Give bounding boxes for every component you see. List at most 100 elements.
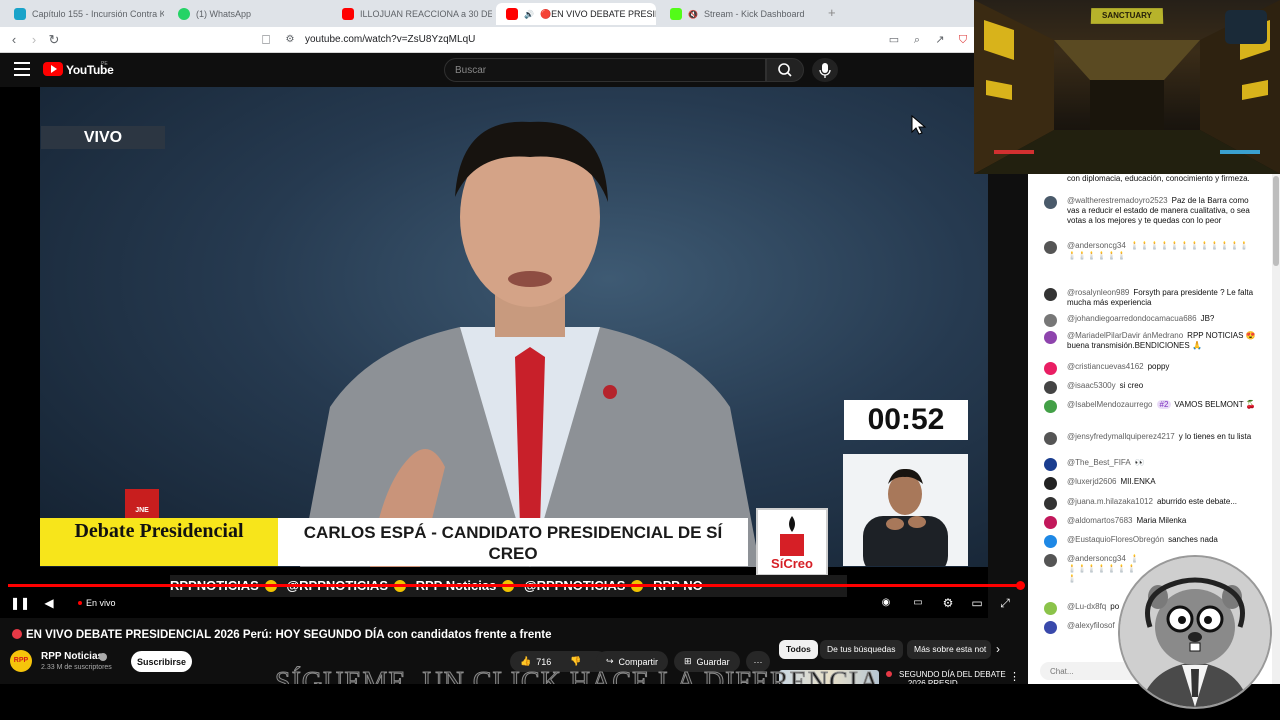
chat-scrollbar-thumb[interactable] <box>1273 176 1279 266</box>
chat-avatar[interactable] <box>1044 477 1057 490</box>
tab-label: 🔴EN VIVO DEBATE PRESIDE <box>539 8 656 19</box>
chat-author[interactable]: @alexyfilosof <box>1067 621 1115 630</box>
progress-bar[interactable] <box>8 584 1022 587</box>
chat-avatar[interactable] <box>1044 241 1057 254</box>
cursor-icon <box>908 114 930 136</box>
back-icon[interactable]: ‹ <box>6 32 22 48</box>
save-label: Guardar <box>696 656 730 667</box>
chat-author[interactable]: @EustaquioFloresObregón <box>1067 535 1164 544</box>
microphone-icon <box>819 63 831 78</box>
youtube-logo-icon[interactable] <box>43 62 63 76</box>
like-icon[interactable]: 👍 <box>520 656 531 667</box>
chat-author[interactable]: @cristiancuevas4162 <box>1067 362 1144 371</box>
subtitles-icon[interactable]: ▭ <box>909 595 927 611</box>
dislike-icon[interactable]: 👎 <box>570 656 581 667</box>
subscribe-button[interactable]: Suscribirse <box>131 651 192 672</box>
chat-message: @EustaquioFloresObregón sanches nada <box>1044 535 1258 548</box>
chat-author[interactable]: @The_Best_FIFA <box>1067 458 1131 467</box>
chat-author[interactable]: @waltherestremadoyro2523 <box>1067 196 1168 205</box>
settings-icon[interactable]: ⚙ <box>939 595 957 611</box>
chat-message: @waltherestremadoyro2523 Paz de la Barra … <box>1044 196 1258 226</box>
party-name: SíCreo <box>771 556 813 571</box>
browser-tab[interactable]: (1) WhatsApp <box>168 3 328 25</box>
chat-avatar[interactable] <box>1044 602 1057 615</box>
search-box <box>444 58 766 82</box>
scrubber-handle[interactable] <box>1016 581 1025 590</box>
forward-icon[interactable]: › <box>26 32 42 48</box>
chevron-right-icon[interactable]: › <box>996 640 1000 659</box>
browser-tab[interactable]: 🔇 Stream - Kick Dashboard <box>660 3 820 25</box>
chat-message: con diplomacia, educación, conocimiento … <box>1044 174 1258 184</box>
chat-avatar[interactable] <box>1044 331 1057 344</box>
chat-avatar[interactable] <box>1044 497 1057 510</box>
zoom-icon[interactable]: ⌕ <box>909 32 925 48</box>
chat-author[interactable]: @rosalynleon989 <box>1067 288 1129 297</box>
chat-avatar[interactable] <box>1044 400 1057 413</box>
chip-more-about[interactable]: Más sobre esta not <box>907 640 991 659</box>
browser-tab-active[interactable]: 🔊 🔴EN VIVO DEBATE PRESIDE ✕ <box>496 3 656 25</box>
chat-author[interactable]: @andersoncg34 <box>1067 241 1126 250</box>
chat-message: @andersoncg34 🕯️🕯️🕯️🕯️🕯️🕯️🕯️🕯️🕯️ <box>1044 554 1144 584</box>
share-label: Compartir <box>618 656 659 667</box>
chat-avatar[interactable] <box>1044 362 1057 375</box>
interpreter-figure <box>863 468 948 566</box>
channel-avatar[interactable]: RPP <box>10 650 32 672</box>
browser-tab[interactable]: Capítulo 155 - Incursión Contra Krep <box>4 3 164 25</box>
sign-language-interpreter <box>843 454 968 566</box>
chat-avatar[interactable] <box>1044 314 1057 327</box>
live-dot-icon <box>12 629 22 639</box>
progress-fill <box>8 584 1022 587</box>
cast-icon[interactable]: ▭ <box>886 32 902 48</box>
browser-tab[interactable]: ILLOJUAN REACCIONA a 30 DETALLES <box>332 3 492 25</box>
search-icon <box>778 63 792 77</box>
pause-icon[interactable]: ❚❚ <box>10 595 30 611</box>
new-tab-button[interactable]: + <box>828 5 836 20</box>
chat-message: @MariadelPilarDavir ánMedrano RPP NOTICIA… <box>1044 331 1258 351</box>
share-icon[interactable]: ↗ <box>932 32 948 48</box>
autoplay-toggle-icon[interactable]: ◉ <box>877 595 895 611</box>
chat-author[interactable]: @IsabelMendozaurrego <box>1067 400 1153 409</box>
chat-avatar[interactable] <box>1044 196 1057 209</box>
chat-text: VAMOS BELMONT 🍒 <box>1174 400 1256 409</box>
fullscreen-icon[interactable]: ⤢ <box>996 595 1014 611</box>
channel-name[interactable]: RPP Noticias <box>41 651 103 662</box>
chat-message: @jensyfredymallquiperez4217 y lo tienes e… <box>1044 432 1258 445</box>
volume-icon[interactable]: ◀ <box>40 595 58 611</box>
chat-author[interactable]: @johandiegoarredondocamacua686 <box>1067 314 1197 323</box>
tab-label: Capítulo 155 - Incursión Contra Krep <box>32 9 164 19</box>
like-count[interactable]: 716 <box>536 657 551 667</box>
reload-icon[interactable]: ↻ <box>46 32 62 48</box>
theater-mode-icon[interactable]: ▭ <box>968 595 986 611</box>
search-input[interactable] <box>445 59 765 81</box>
tab-favicon-icon <box>14 8 26 20</box>
voice-search-button[interactable] <box>812 58 838 82</box>
chat-avatar[interactable] <box>1044 516 1057 529</box>
search-button[interactable] <box>766 58 804 82</box>
chat-avatar[interactable] <box>1044 554 1057 567</box>
site-settings-icon[interactable]: ⚙ <box>282 32 298 48</box>
chat-avatar[interactable] <box>1044 535 1057 548</box>
chat-avatar[interactable] <box>1044 621 1057 634</box>
chat-author[interactable]: @luxerjd2606 <box>1067 477 1116 486</box>
shield-icon[interactable]: ⛉ <box>955 32 971 48</box>
url-field[interactable]: youtube.com/watch?v=ZsU8YzqMLqU <box>305 34 475 45</box>
speaker-icon: 🔊 <box>524 9 534 19</box>
chat-author[interactable]: @andersoncg34 <box>1067 554 1126 563</box>
live-status[interactable]: En vivo <box>78 598 116 608</box>
bookmark-icon[interactable]: ⎕ <box>258 32 274 48</box>
chip-from-searches[interactable]: De tus búsquedas <box>820 640 903 659</box>
chat-author[interactable]: @aldomartos7683 <box>1067 516 1133 525</box>
chat-author[interactable]: @jensyfredymallquiperez4217 <box>1067 432 1175 441</box>
chat-avatar[interactable] <box>1044 432 1057 445</box>
chat-author[interactable]: @isaac5300y <box>1067 381 1116 390</box>
chat-avatar[interactable] <box>1044 458 1057 471</box>
menu-icon[interactable] <box>14 62 30 76</box>
chat-avatar[interactable] <box>1044 381 1057 394</box>
chat-text: aburrido este debate... <box>1156 497 1238 506</box>
chat-author[interactable]: @MariadelPilarDavir ánMedrano <box>1067 331 1183 340</box>
chat-author[interactable]: @juana.m.hilazaka1012 <box>1067 497 1153 506</box>
chip-all[interactable]: Todos <box>779 640 818 659</box>
chat-avatar[interactable] <box>1044 288 1057 301</box>
chat-author[interactable]: @Lu-dx8fq <box>1067 602 1106 611</box>
more-vert-icon[interactable]: ⋮ <box>1009 670 1020 683</box>
